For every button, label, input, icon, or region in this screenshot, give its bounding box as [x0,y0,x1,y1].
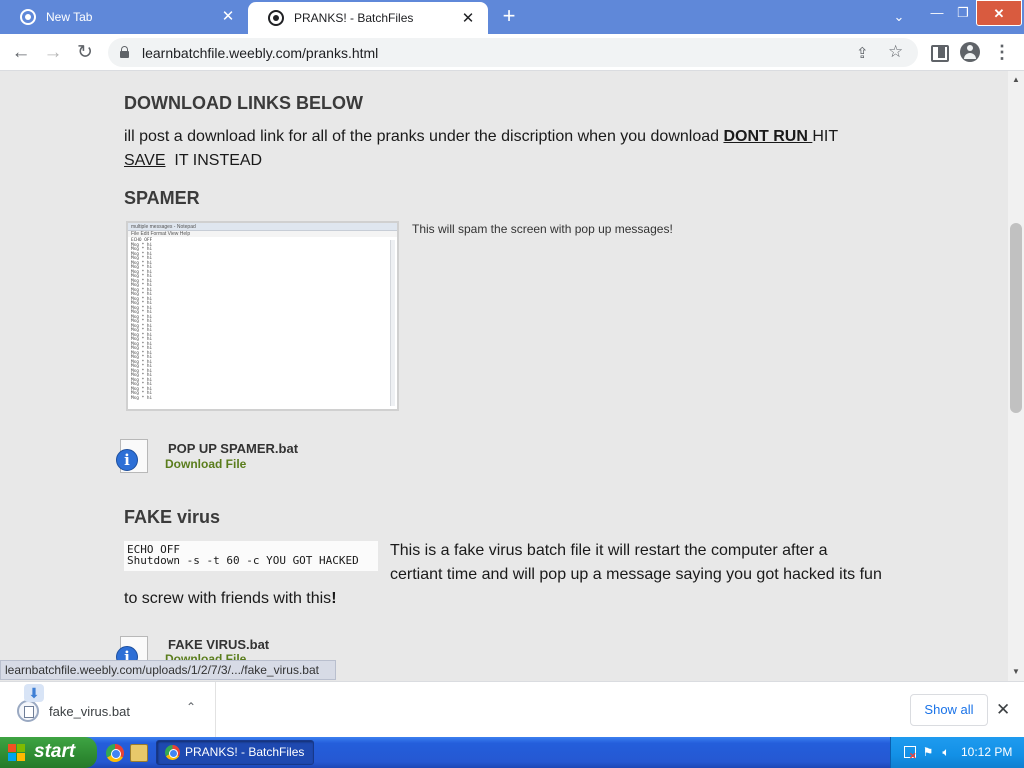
tab-title: New Tab [46,10,93,24]
reload-button[interactable]: ↻ [72,40,98,66]
download-arrow-icon: ⬇ [24,684,44,702]
heading-spamer: SPAMER [124,188,200,208]
share-icon[interactable]: ⇪ [856,44,869,62]
screenshot-text: ECHO OFF Msg * hi Msg * hi Msg * hi Msg … [131,238,153,401]
tab-strip: New Tab ✕ PRANKS! - BatchFiles ✕ + ⌄ — ❐… [0,0,1024,34]
windows-flag-icon [8,744,26,762]
save-text: SAVE [124,152,166,169]
close-icon[interactable]: ✕ [220,9,236,25]
show-all-button[interactable]: Show all [910,694,988,726]
globe-icon [268,10,284,26]
spamer-file-name: POP UP SPAMER.bat [168,441,299,456]
taskbar-window-label: PRANKS! - BatchFiles -... [185,745,305,759]
downloaded-file-icon [17,700,39,722]
fake-virus-desc-line2: certiant time and will pop up a message … [390,566,882,583]
tab-title: PRANKS! - BatchFiles [294,11,414,25]
tab-new-tab[interactable]: New Tab ✕ [0,0,248,34]
forward-button[interactable]: → [40,40,66,66]
fake-virus-desc-line3: to screw with friends with this! [124,587,337,611]
dont-run-text: DONT RUN [723,128,813,145]
start-label: start [34,741,76,762]
taskbar-window-button[interactable]: PRANKS! - BatchFiles -... [156,740,314,765]
scroll-down-arrow-icon[interactable]: ▼ [1012,667,1020,676]
spamer-caption: This will spam the screen with pop up me… [412,222,673,236]
tab-search-chevron-icon[interactable]: ⌄ [882,4,916,30]
new-tab-button[interactable]: + [498,5,520,28]
profile-avatar-icon[interactable] [958,40,982,64]
window-close-button[interactable]: ✕ [976,0,1022,26]
restore-button[interactable]: ❐ [946,0,980,26]
browser-toolbar: ← → ↻ learnbatchfile.weebly.com/pranks.h… [0,34,1024,71]
taskbar: start PRANKS! - BatchFiles -... ⚑ 🔈︎ 10:… [0,737,1024,768]
explorer-quicklaunch-icon[interactable] [130,744,148,762]
volume-icon[interactable]: 🔈︎ [939,745,953,759]
back-button[interactable]: ← [8,40,34,66]
address-bar[interactable]: learnbatchfile.weebly.com/pranks.html ⇪ … [108,38,918,67]
system-tray: ⚑ 🔈︎ 10:12 PM [890,737,1024,768]
fake-virus-file-name: FAKE VIRUS.bat [168,637,270,652]
chrome-icon [165,745,180,760]
menu-icon[interactable]: ⋮ [990,40,1014,64]
scroll-thumb[interactable] [1010,223,1022,413]
intro-text-hit: HIT [812,128,839,145]
close-icon[interactable]: ✕ [460,11,476,27]
download-file-name[interactable]: fake_virus.bat [49,704,130,719]
chrome-globe-icon [20,9,36,25]
side-panel-icon[interactable] [926,40,950,64]
link-status-url: learnbatchfile.weebly.com/uploads/1/2/7/… [0,660,336,680]
network-icon[interactable] [903,745,917,763]
page-scrollbar[interactable]: ▲ ▼ [1008,71,1024,681]
fake-virus-desc-text: to screw with friends with this [124,590,332,607]
heading-download-links: DOWNLOAD LINKS BELOW [124,93,363,113]
screenshot-titlebar: multiple messages - Notepad [128,223,397,231]
intro-paragraph: ill post a download link for all of the … [124,125,884,173]
url-text[interactable]: learnbatchfile.weebly.com/pranks.html [142,45,378,61]
heading-fake-virus: FAKE virus [124,507,221,527]
fake-virus-desc-line1: This is a fake virus batch file it will … [390,542,828,559]
screenshot-scrollbar [390,240,395,406]
close-icon[interactable]: ✕ [996,700,1010,720]
spamer-download-link[interactable]: Download File [165,457,246,471]
intro-text-instead: IT INSTEAD [165,152,263,169]
notepad-screenshot-image[interactable]: multiple messages - Notepad File Edit Fo… [126,221,399,411]
fake-virus-code-block: ECHO OFF Shutdown -s -t 60 -c YOU GOT HA… [124,541,378,571]
intro-text: ill post a download link for all of the … [124,128,724,145]
bookmark-star-icon[interactable]: ☆ [888,42,903,62]
chrome-quicklaunch-icon[interactable] [106,744,124,762]
page-content: DOWNLOAD LINKS BELOW ill post a download… [0,71,1008,681]
clock[interactable]: 10:12 PM [961,745,1012,759]
tab-pranks[interactable]: PRANKS! - BatchFiles ✕ [248,2,488,34]
chevron-up-icon[interactable]: ⌃ [186,700,196,714]
scroll-up-arrow-icon[interactable]: ▲ [1012,75,1020,84]
lock-icon[interactable] [120,46,129,58]
file-info-icon[interactable]: i [116,439,152,475]
tray-flag-icon[interactable]: ⚑ [921,745,935,759]
fake-virus-desc-bang: ! [331,590,337,607]
start-button[interactable]: start [0,737,97,768]
download-item[interactable]: ⬇ fake_virus.bat ⌃ [0,682,216,738]
download-shelf: ⬇ fake_virus.bat ⌃ Show all ✕ [0,681,1024,738]
